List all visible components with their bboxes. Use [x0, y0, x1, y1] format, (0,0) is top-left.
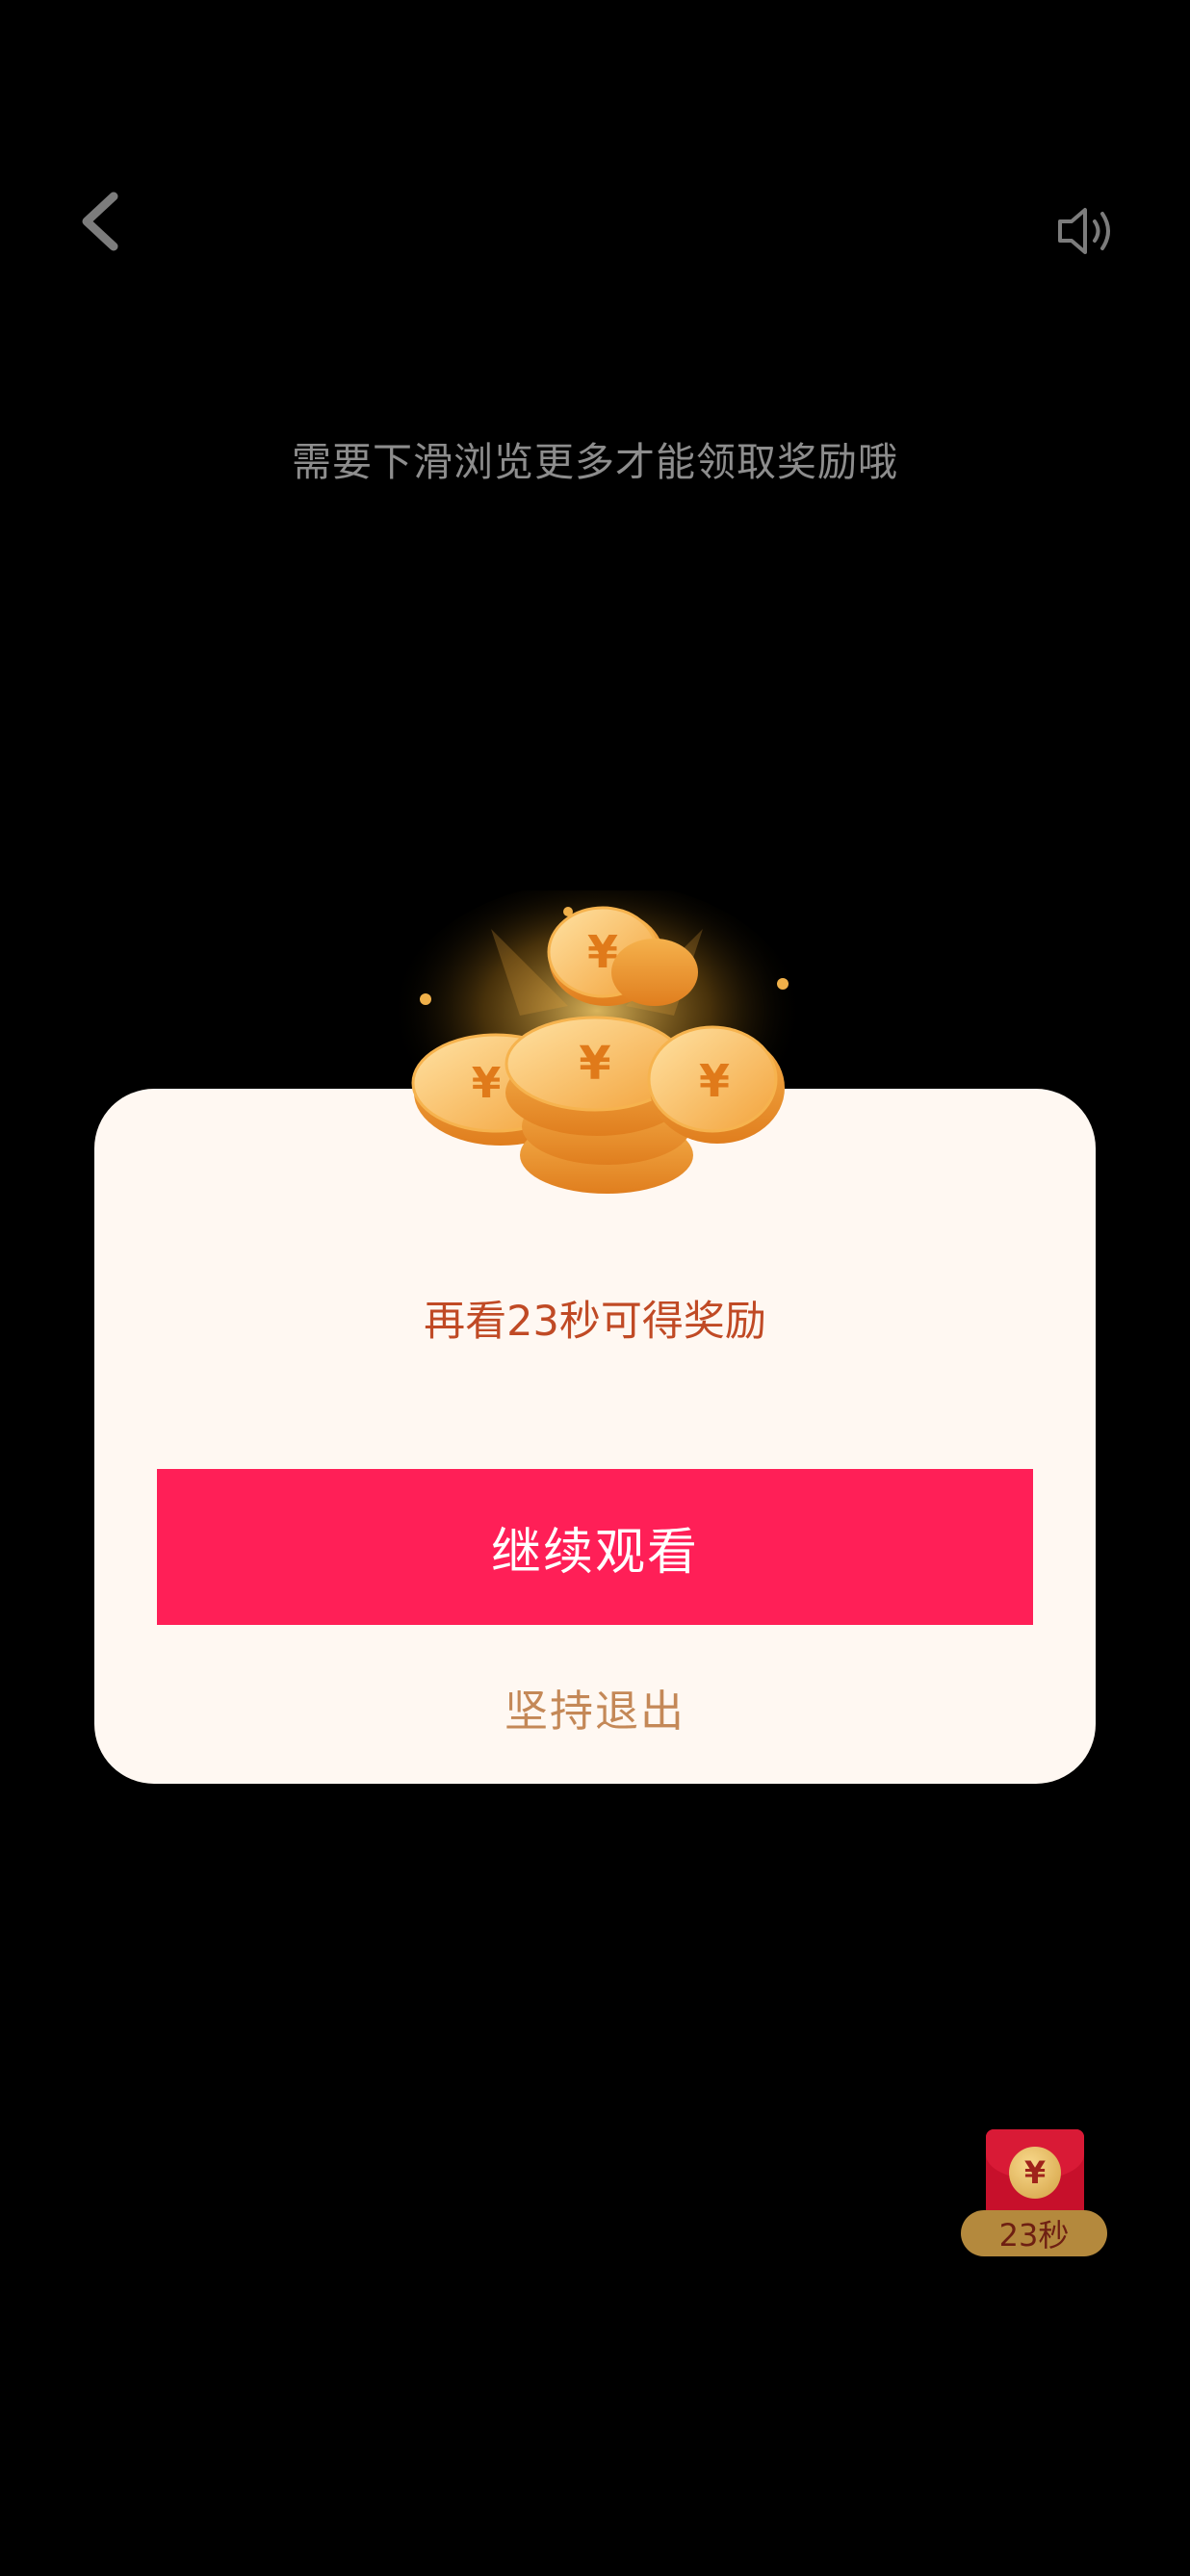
coin-icon: ¥	[1009, 2147, 1061, 2199]
svg-text:¥: ¥	[579, 1037, 610, 1091]
back-button[interactable]	[67, 183, 135, 260]
exit-button[interactable]: 坚持退出	[94, 1676, 1096, 1739]
chevron-left-icon	[82, 192, 118, 251]
reward-timer-widget[interactable]: ¥ 23秒	[961, 2129, 1107, 2260]
scroll-hint-text: 需要下滑浏览更多才能领取奖励哦	[292, 439, 898, 485]
svg-text:¥: ¥	[472, 1059, 502, 1108]
sound-button[interactable]	[1054, 202, 1122, 260]
gold-coins-illustration: ¥ ¥ ¥ ¥	[390, 890, 804, 1194]
speaker-icon	[1058, 208, 1110, 254]
svg-text:¥: ¥	[699, 1055, 730, 1107]
timer-label: 23秒	[961, 2210, 1107, 2256]
reward-countdown-text: 再看23秒可得奖励	[424, 1298, 766, 1346]
continue-watching-button[interactable]: 继续观看	[157, 1469, 1033, 1625]
